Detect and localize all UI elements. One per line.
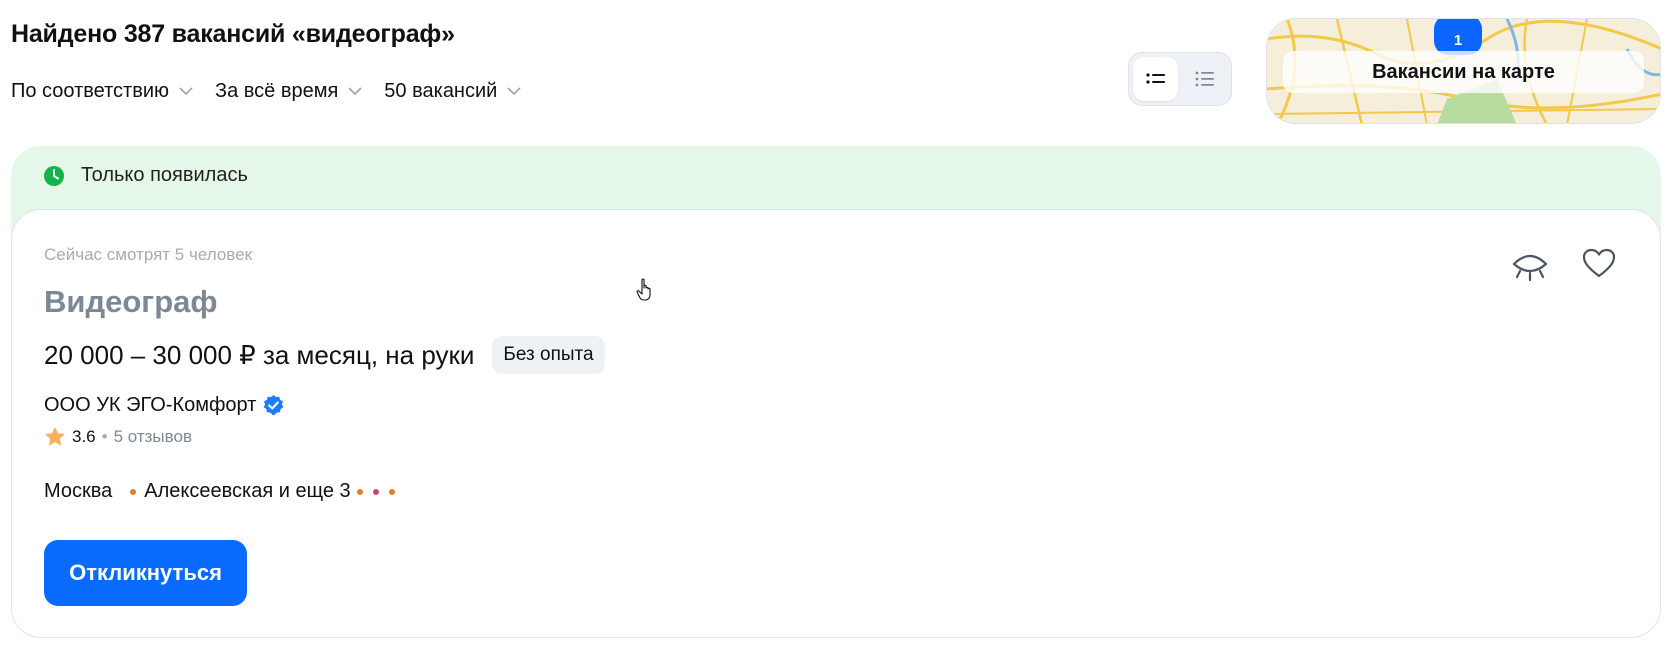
rating-separator: • (101, 426, 108, 446)
detailed-list-icon (1195, 71, 1214, 87)
view-toggle (1128, 52, 1232, 106)
metro-line-dot (356, 488, 363, 495)
sort-filter-label: По соответствию (11, 80, 169, 102)
metro-line-dot (372, 488, 379, 495)
period-filter-label: За всё время (215, 80, 339, 102)
star-icon (44, 426, 66, 446)
period-filter[interactable]: За всё время (215, 80, 362, 103)
hand-cursor-icon (636, 278, 651, 301)
compact-list-view-button[interactable] (1133, 57, 1178, 101)
eye-closed-icon (1512, 254, 1548, 282)
verified-icon (264, 394, 284, 416)
chevron-down-icon (179, 87, 193, 96)
map-pin-badge: 1 (1434, 19, 1482, 55)
rating-value: 3.6 (72, 426, 96, 446)
location-row: Москва Алексеевская и еще 3 (44, 480, 395, 503)
vacancy-title-link[interactable]: Видеограф (44, 284, 218, 320)
clock-icon (44, 165, 64, 186)
metro-line-dot (130, 488, 137, 495)
hide-vacancy-button[interactable] (1509, 246, 1551, 288)
favorite-button[interactable] (1578, 242, 1620, 284)
page-title: Найдено 387 вакансий «видеограф» (11, 20, 455, 48)
chevron-down-icon (348, 87, 362, 96)
compact-list-icon (1145, 73, 1165, 84)
metro-line-dot (388, 488, 395, 495)
new-banner-text: Только появилась (81, 164, 248, 186)
filters-bar: По соответствию За всё время 50 вакансий (11, 80, 521, 103)
map-label: Вакансии на карте (1283, 51, 1644, 93)
detailed-list-view-button[interactable] (1182, 57, 1227, 101)
company-name-link[interactable]: ООО УК ЭГО-Комфорт (44, 394, 256, 417)
city: Москва (44, 480, 113, 502)
page-size-filter[interactable]: 50 вакансий (384, 80, 521, 103)
vacancy-card: Сейчас смотрят 5 человек Видеограф 20 00… (11, 209, 1661, 638)
salary-row: 20 000 – 30 000 ₽ за месяц, на руки Без … (44, 336, 605, 374)
reviews-link[interactable]: 5 отзывов (114, 427, 192, 447)
company-row: ООО УК ЭГО-Комфорт (44, 394, 285, 417)
heart-icon (1582, 248, 1616, 278)
rating-row: 3.6 • 5 отзывов (44, 426, 192, 447)
watching-count: Сейчас смотрят 5 человек (44, 245, 253, 264)
metro-station: Алексеевская и еще 3 (144, 480, 351, 502)
page-size-filter-label: 50 вакансий (384, 80, 498, 102)
apply-button[interactable]: Откликнуться (44, 540, 247, 606)
experience-badge: Без опыта (492, 336, 605, 374)
map-preview[interactable]: 1 Вакансии на карте (1266, 18, 1661, 124)
salary: 20 000 – 30 000 ₽ за месяц, на руки (44, 339, 475, 370)
chevron-down-icon (507, 87, 521, 96)
sort-filter[interactable]: По соответствию (11, 80, 193, 103)
